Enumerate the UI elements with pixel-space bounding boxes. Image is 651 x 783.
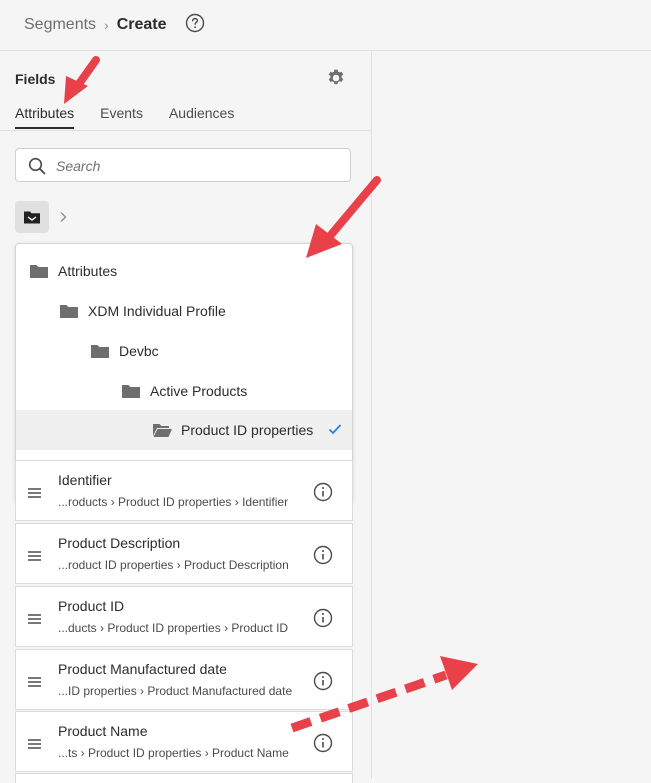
fields-title: Fields bbox=[15, 71, 56, 87]
tree-item-attributes[interactable]: Attributes bbox=[16, 251, 352, 291]
field-row-product-name[interactable]: Product Name ...ts › Product ID properti… bbox=[15, 711, 353, 772]
field-name: Identifier bbox=[58, 472, 112, 488]
folder-icon bbox=[91, 345, 109, 358]
search-icon bbox=[28, 157, 46, 175]
field-name: Product ID bbox=[58, 598, 125, 614]
field-row-product-manufactured-date[interactable]: Product Manufactured date ...ID properti… bbox=[15, 649, 353, 710]
field-path: ...ducts › Product ID properties › Produ… bbox=[58, 621, 289, 635]
tab-audiences[interactable]: Audiences bbox=[169, 105, 234, 129]
field-path: ...ts › Product ID properties › Product … bbox=[58, 746, 289, 760]
field-path: ...roducts › Product ID properties › Ide… bbox=[58, 495, 289, 509]
drag-handle-icon[interactable] bbox=[28, 739, 41, 749]
field-name: Product Manufactured date bbox=[58, 661, 227, 677]
field-row-partial bbox=[15, 773, 353, 783]
header: Segments › Create bbox=[0, 0, 651, 51]
tree-item-label: Product ID properties bbox=[181, 422, 314, 438]
breadcrumb-separator: › bbox=[104, 17, 109, 33]
field-name: Product Name bbox=[58, 723, 148, 739]
folder-open-icon bbox=[153, 424, 172, 437]
checkmark-icon bbox=[328, 424, 342, 435]
drag-handle-icon[interactable] bbox=[28, 488, 41, 498]
info-icon[interactable] bbox=[313, 545, 333, 565]
folder-open-icon bbox=[24, 211, 40, 224]
folder-icon bbox=[122, 385, 140, 398]
tree-item-label: XDM Individual Profile bbox=[88, 303, 226, 319]
tab-events[interactable]: Events bbox=[100, 105, 143, 129]
tree-item-label: Devbc bbox=[119, 343, 159, 359]
field-name: Product Description bbox=[58, 535, 181, 551]
info-icon[interactable] bbox=[313, 608, 333, 628]
breadcrumb: Segments › Create bbox=[24, 14, 167, 36]
tree-item-active-products[interactable]: Active Products bbox=[16, 371, 352, 411]
folder-icon bbox=[30, 265, 48, 278]
segment-canvas[interactable] bbox=[372, 51, 651, 779]
help-icon[interactable] bbox=[185, 13, 205, 33]
drag-handle-icon[interactable] bbox=[28, 614, 41, 624]
info-icon[interactable] bbox=[313, 671, 333, 691]
field-tabs: Attributes Events Audiences bbox=[15, 105, 234, 129]
tree-item-label: Active Products bbox=[150, 383, 248, 399]
tree-item-product-id-properties[interactable]: Product ID properties bbox=[16, 410, 352, 450]
info-icon[interactable] bbox=[313, 733, 333, 753]
breadcrumb-segments[interactable]: Segments bbox=[24, 16, 96, 34]
field-path: ...ID properties › Product Manufactured … bbox=[58, 684, 293, 698]
info-icon[interactable] bbox=[313, 482, 333, 502]
chevron-right-icon bbox=[60, 212, 67, 222]
folder-icon bbox=[60, 305, 78, 318]
tab-attributes[interactable]: Attributes bbox=[15, 105, 75, 129]
field-path: ...roduct ID properties › Product Descri… bbox=[58, 558, 289, 572]
fields-panel: Fields Attributes Events Audiences Attri… bbox=[0, 51, 371, 783]
gear-icon[interactable] bbox=[326, 68, 346, 88]
field-row-identifier[interactable]: Identifier ...roducts › Product ID prope… bbox=[15, 460, 353, 521]
tree-item-label: Attributes bbox=[58, 263, 118, 279]
field-row-product-id[interactable]: Product ID ...ducts › Product ID propert… bbox=[15, 586, 353, 647]
page-title: Create bbox=[116, 16, 167, 33]
drag-handle-icon[interactable] bbox=[28, 551, 41, 561]
search-field[interactable] bbox=[15, 148, 351, 182]
tree-item-xdm-individual-profile[interactable]: XDM Individual Profile bbox=[16, 291, 352, 331]
folder-browse-button[interactable] bbox=[15, 201, 49, 233]
search-input[interactable] bbox=[54, 155, 338, 177]
drag-handle-icon[interactable] bbox=[28, 677, 41, 687]
tree-item-devbc[interactable]: Devbc bbox=[16, 331, 352, 371]
tabs-divider bbox=[0, 130, 371, 131]
field-row-product-description[interactable]: Product Description ...roduct ID propert… bbox=[15, 523, 353, 584]
